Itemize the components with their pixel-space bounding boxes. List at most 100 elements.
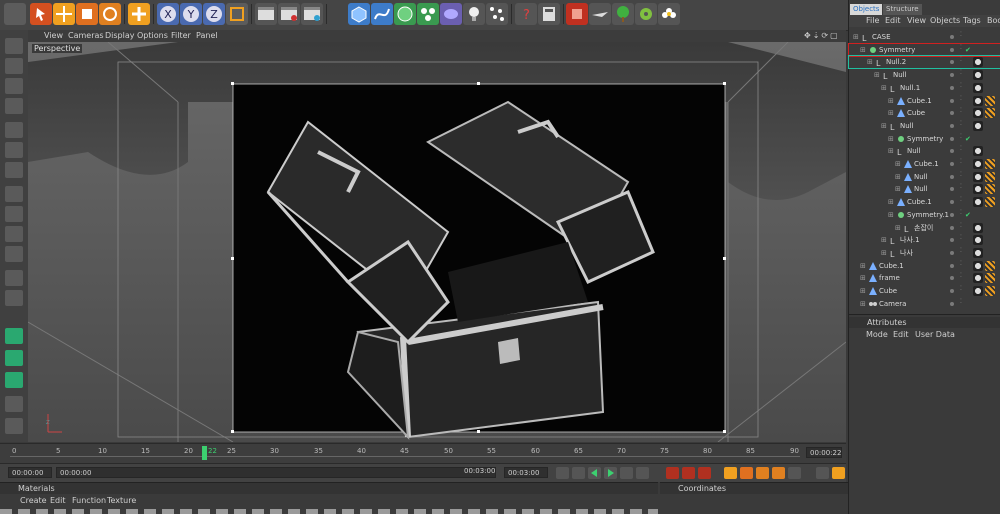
visibility-dot-icon[interactable]: [950, 301, 954, 306]
light-icon[interactable]: [463, 3, 485, 25]
array-icon[interactable]: [417, 3, 439, 25]
key-parameter-icon[interactable]: [772, 467, 785, 479]
object-menu-edit[interactable]: Edit: [885, 16, 901, 25]
expand-icon[interactable]: ⊞: [888, 107, 894, 119]
visibility-dot-icon[interactable]: [950, 174, 954, 179]
visibility-dot-icon[interactable]: [950, 85, 954, 90]
autokey-icon[interactable]: [682, 467, 695, 479]
expand-icon[interactable]: ⊞: [895, 183, 901, 195]
material-tag-icon[interactable]: [973, 57, 983, 68]
uvw-tag-icon[interactable]: [985, 260, 995, 271]
texture-mode-icon[interactable]: [5, 78, 23, 94]
uvw-tag-icon[interactable]: [985, 95, 995, 106]
pen-spline-icon[interactable]: [371, 3, 393, 25]
material-tag-icon[interactable]: [973, 120, 983, 131]
uvw-tag-icon[interactable]: [985, 273, 995, 284]
object-row[interactable]: ⊞ L CASE ⁚: [849, 31, 1000, 44]
expand-icon[interactable]: ⊞: [888, 145, 894, 157]
expand-icon[interactable]: ⊞: [853, 31, 859, 43]
cube-primitive-icon[interactable]: [348, 3, 370, 25]
expand-icon[interactable]: ⊞: [860, 285, 866, 297]
render-picture-viewer-icon[interactable]: [278, 3, 300, 25]
object-row[interactable]: ⊞ Cube ⁚: [849, 285, 1000, 297]
render-visibility-icon[interactable]: ⁚: [960, 108, 964, 117]
object-row[interactable]: ⊞ Camera ⁚: [849, 298, 1000, 310]
uvw-tag-icon[interactable]: [985, 184, 995, 195]
expand-icon[interactable]: ⊞: [881, 247, 887, 259]
viewport-menu-cameras[interactable]: Cameras: [68, 31, 104, 40]
render-visibility-icon[interactable]: ⁚: [960, 197, 964, 206]
play-forward-icon[interactable]: [604, 467, 617, 479]
material-tag-icon[interactable]: [973, 108, 983, 119]
expand-icon[interactable]: ⊞: [881, 234, 887, 246]
material-tag-icon[interactable]: [973, 235, 983, 246]
viewport-menu-filter[interactable]: Filter: [171, 31, 191, 40]
add-object-icon[interactable]: [128, 3, 150, 25]
perspective-viewport[interactable]: z Perspective: [28, 42, 846, 442]
render-visibility-icon[interactable]: ⁚: [960, 260, 964, 270]
viewport-menu-options[interactable]: Options: [137, 31, 168, 40]
render-view-icon[interactable]: [255, 3, 277, 25]
expand-icon[interactable]: ⊞: [874, 69, 880, 81]
start-time-field[interactable]: 00:00:00: [8, 467, 52, 478]
render-visibility-icon[interactable]: ⁚: [960, 44, 964, 54]
material-tag-icon[interactable]: [973, 222, 983, 233]
object-menu-view[interactable]: View: [907, 16, 926, 25]
gear-icon[interactable]: [635, 3, 657, 25]
object-menu-file[interactable]: File: [866, 16, 879, 25]
material-swatches[interactable]: [0, 509, 658, 514]
object-menu-bookmarks[interactable]: Boo: [987, 16, 1000, 25]
edges-mode-icon[interactable]: [5, 142, 23, 158]
flower-icon[interactable]: [658, 3, 680, 25]
materials-menu-function[interactable]: Function: [72, 496, 106, 505]
key-pla-icon[interactable]: [788, 467, 801, 479]
help-icon[interactable]: ?: [515, 3, 537, 25]
material-tag-icon[interactable]: [973, 95, 983, 106]
calculator-icon[interactable]: [538, 3, 560, 25]
visibility-dot-icon[interactable]: [950, 35, 954, 39]
attributes-menu-mode[interactable]: Mode: [866, 330, 888, 339]
object-menu-objects[interactable]: Objects: [930, 16, 960, 25]
material-tag-icon[interactable]: [973, 260, 983, 271]
render-visibility-icon[interactable]: ⁚: [960, 273, 964, 282]
end-time-field[interactable]: 00:03:00: [504, 467, 548, 478]
visibility-dot-icon[interactable]: [950, 111, 954, 116]
magnet-icon[interactable]: [5, 418, 23, 434]
keyframe-selection-icon[interactable]: [698, 467, 711, 479]
preview-range-slider[interactable]: 00:00:00: [56, 467, 496, 478]
green-link-tool-icon[interactable]: [5, 372, 23, 388]
green-gear-tool-icon[interactable]: [5, 350, 23, 366]
expand-icon[interactable]: ⊞: [860, 260, 866, 272]
render-visibility-icon[interactable]: ⁚: [960, 146, 964, 155]
workplane-icon[interactable]: [5, 98, 23, 114]
snap-icon[interactable]: [5, 226, 23, 242]
object-row[interactable]: ⊞ Cube ⁚: [849, 107, 1000, 119]
attributes-menu-edit[interactable]: Edit: [893, 330, 909, 339]
visibility-dot-icon[interactable]: [950, 238, 954, 243]
x-axis-icon[interactable]: X: [157, 3, 179, 25]
deformer-icon[interactable]: [440, 3, 462, 25]
viewport-menu-panel[interactable]: Panel: [196, 31, 218, 40]
materials-menu-edit[interactable]: Edit: [50, 496, 66, 505]
key-position-icon[interactable]: [724, 467, 737, 479]
prev-key-icon[interactable]: [572, 467, 585, 479]
goto-end-icon[interactable]: [636, 467, 649, 479]
visibility-dot-icon[interactable]: [950, 98, 954, 103]
plane-icon[interactable]: [589, 3, 611, 25]
material-tag-icon[interactable]: [973, 286, 983, 296]
undo-icon[interactable]: [4, 3, 26, 25]
make-editable-icon[interactable]: [5, 38, 23, 54]
expand-icon[interactable]: ⊞: [895, 171, 901, 183]
visibility-dot-icon[interactable]: [950, 149, 954, 154]
move-tool-icon[interactable]: [53, 3, 75, 25]
tree-icon[interactable]: [612, 3, 634, 25]
tweak-mode-icon[interactable]: [5, 206, 23, 222]
key-scale-icon[interactable]: [740, 467, 753, 479]
object-row[interactable]: ⊞ Cube.1 ⁚: [849, 260, 1000, 272]
visibility-dot-icon[interactable]: [950, 162, 954, 166]
visibility-dot-icon[interactable]: [950, 73, 954, 78]
grid-icon[interactable]: [5, 396, 23, 412]
object-row[interactable]: ⊞ Symmetry ⁚ ✔: [848, 42, 1000, 57]
attributes-menu-user-data[interactable]: User Data: [915, 330, 955, 339]
object-row[interactable]: ⊞ L 나사 ⁚: [849, 247, 1000, 259]
